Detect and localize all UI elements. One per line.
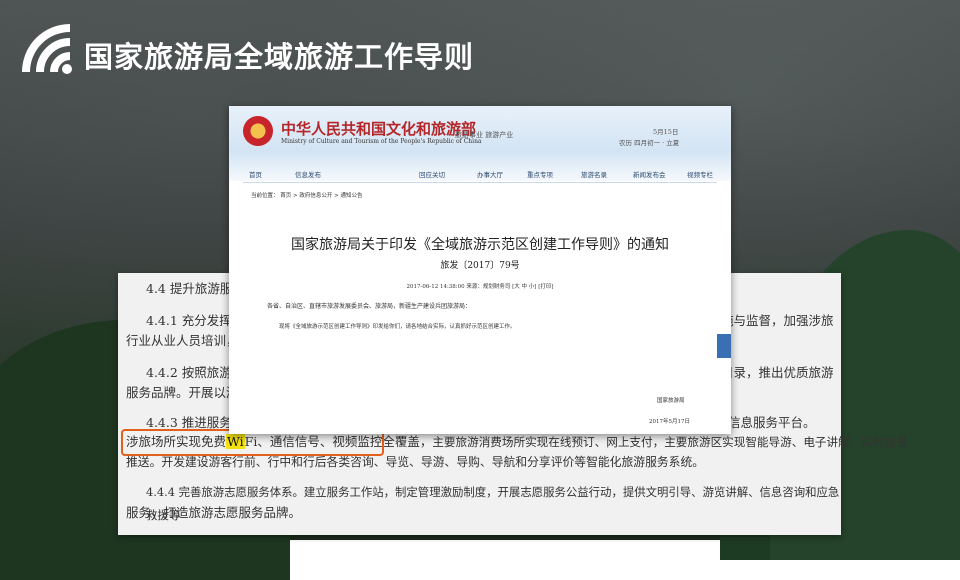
nav-item[interactable]: 重点专项 <box>527 169 553 179</box>
national-emblem-icon <box>243 116 273 146</box>
doc-line: 目录，推出优质旅游 <box>721 365 834 380</box>
header-lunar-date: 农历 四月初一 · 立夏 <box>619 139 680 147</box>
nav-item[interactable]: 信息发布 <box>295 169 321 179</box>
nav-item[interactable]: 新闻发布会 <box>633 169 666 179</box>
slide-title: 国家旅游局全域旅游工作导则 <box>84 40 475 74</box>
nav-item[interactable]: 办事大厅 <box>477 169 503 179</box>
breadcrumb: 当前位置： 首页 > 政府信息公开 > 通知公告 <box>251 193 363 199</box>
notice-webpage-screenshot: 中华人民共和国文化和旅游部 Ministry of Culture and To… <box>229 106 731 434</box>
doc-line: 施与监督，加强涉旅 <box>721 313 834 328</box>
notice-issue-date: 2017年5月17日 <box>649 419 690 425</box>
nav-item[interactable]: 首页 <box>249 169 262 179</box>
notice-title: 国家旅游局关于印发《全域旅游示范区创建工作导则》的通知 <box>291 237 669 253</box>
site-slogan: 旅游事业 旅游产业 <box>455 131 514 139</box>
doc-line: 服务，打造旅游志愿服务品牌。 <box>126 505 302 520</box>
nav-item[interactable]: 视频专栏 <box>687 169 713 179</box>
wifi-arc-logo-icon <box>22 24 72 74</box>
header-date: 5月15日 <box>653 128 679 136</box>
nav-item[interactable]: 回应关切 <box>419 169 445 179</box>
notice-body: 现将《全域旅游示范区创建工作导则》印发给你们，请各地结合实际，认真抓好示范区创建… <box>279 324 516 330</box>
side-tab[interactable] <box>717 334 731 358</box>
ministry-name: 中华人民共和国文化和旅游部 <box>281 120 477 138</box>
notice-addressee: 各省、自治区、直辖市旅游发展委员会、旅游局，新疆生产建设兵团旅游局： <box>267 303 472 310</box>
notice-number: 旅发〔2017〕79号 <box>440 261 520 271</box>
doc-text: 主要旅游消费场所实现在线预订、网上支付，主要旅游区实现智能导游、电子讲解、实时信… <box>432 435 908 449</box>
site-nav: 首页 信息发布 回应关切 办事大厅 重点专项 旅游名录 新闻发布会 视频专栏 <box>243 168 717 183</box>
notice-issuer: 国家旅游局 <box>657 398 685 404</box>
notice-meta: 2017-06-12 14:38:00 来源：规划财务司 [大 中 小] [打印… <box>406 284 554 290</box>
ministry-name-en: Ministry of Culture and Tourism of the P… <box>281 138 482 145</box>
nav-item[interactable]: 旅游名录 <box>581 169 607 179</box>
